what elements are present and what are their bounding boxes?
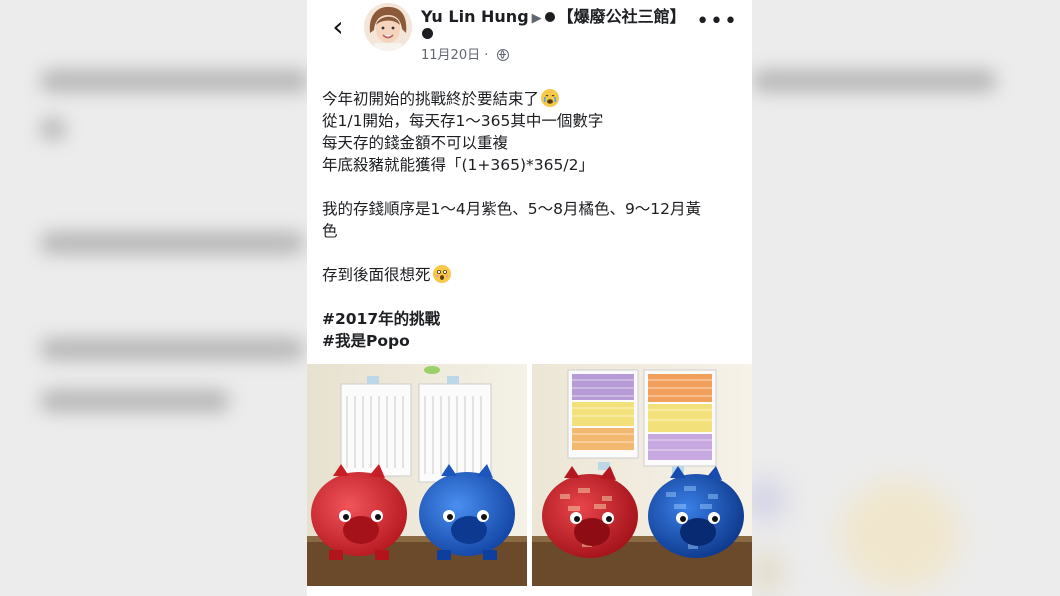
avatar[interactable]: [364, 3, 412, 51]
globe-icon: [496, 49, 509, 61]
post-photos: [307, 364, 752, 586]
post-line: 我的存錢順序是1～4月紫色、5～8月橘色、9～12月黃: [322, 200, 702, 218]
astonished-face-emoji: [432, 265, 451, 283]
photo-empty-piggy-banks[interactable]: [307, 364, 527, 586]
post-meta: 11月20日 ·: [421, 44, 509, 63]
post-card: ‹ Yu Lin Hung ▶ 【爆廢公社三館】 11月20日 · ••• 今年初開…: [307, 0, 752, 596]
post-line: 年底殺豬就能獲得「(1+365)*365/2」: [322, 156, 594, 174]
crying-face-emoji: [541, 89, 560, 107]
post-date[interactable]: 11月20日: [421, 48, 480, 63]
hashtag-link[interactable]: #2017年的挑戰: [322, 308, 742, 330]
back-chevron-icon[interactable]: ‹: [325, 12, 351, 42]
meta-separator: ·: [484, 48, 489, 63]
group-name[interactable]: 【爆廢公社三館】: [558, 7, 686, 26]
post-line: 從1/1開始，每天存1～365其中一個數字: [322, 112, 604, 130]
group-dot-icon: [544, 12, 555, 22]
post-line: 色: [322, 222, 338, 240]
photo-filled-piggy-banks[interactable]: [532, 364, 752, 586]
post-line: 今年初開始的挑戰終於要結束了: [322, 88, 742, 110]
post-line: 存到後面很想死: [322, 264, 742, 286]
post-author-line: Yu Lin Hung ▶ 【爆廢公社三館】: [421, 3, 686, 27]
hashtag-link[interactable]: #我是Popo: [322, 330, 742, 352]
more-dots-icon[interactable]: •••: [696, 11, 738, 33]
group-dot-icon: [422, 28, 433, 39]
share-arrow-icon: ▶: [531, 11, 542, 26]
post-line: 每天存的錢金額不可以重複: [322, 134, 509, 152]
author-name[interactable]: Yu Lin Hung: [421, 7, 529, 26]
post-body: 今年初開始的挑戰終於要結束了 從1/1開始，每天存1～365其中一個數字 每天存…: [322, 88, 742, 352]
